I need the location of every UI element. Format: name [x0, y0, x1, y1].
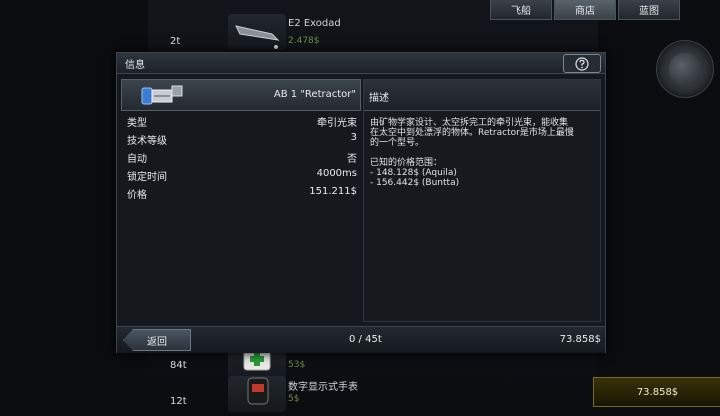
property-label: 类型 — [127, 118, 147, 129]
watch-icon — [247, 377, 269, 405]
item-quantity: 84t — [170, 360, 187, 371]
item-header: AB 1 "Retractor" — [121, 79, 361, 111]
description-title: 描述 — [369, 93, 389, 104]
tractor-beam-icon — [141, 85, 183, 105]
price-range-line: - 148.128$ (Aquila) — [370, 168, 457, 178]
item-thumbnail — [228, 376, 286, 412]
description-text: 由矿物学家设计、太空拆完工的牵引光束，能收集 在太空中到处漂浮的物体。Retra… — [364, 111, 600, 188]
top-tab-bar: 飞船 商店 蓝图 — [488, 0, 680, 20]
cargo-count: 0 / 45t — [349, 334, 382, 345]
property-label: 技术等级 — [127, 136, 167, 147]
item-price: 53$ — [288, 360, 306, 370]
footer-money: 73.858$ — [559, 334, 601, 345]
item-thumbnail — [228, 14, 286, 50]
item-properties-panel: AB 1 "Retractor" 类型 牵引光束 技术等级 3 自动 否 锁定时… — [121, 79, 361, 201]
property-label: 锁定时间 — [127, 172, 167, 183]
property-label: 自动 — [127, 154, 147, 165]
property-value: 4000ms — [316, 168, 357, 179]
property-row-tech-level: 技术等级 3 — [121, 129, 361, 147]
description-line: 在太空中到处漂浮的物体。Retractor是市场上最慢 — [370, 128, 574, 138]
virtual-joystick[interactable] — [656, 40, 714, 98]
tab-ships[interactable]: 飞船 — [490, 0, 552, 20]
property-row-price: 价格 151.211$ — [121, 183, 361, 201]
item-price: 2.478$ — [288, 36, 320, 46]
list-item[interactable]: 12t 数字显示式手表 5$ — [148, 372, 598, 416]
property-row-type: 类型 牵引光束 — [121, 111, 361, 129]
price-range-title: 已知的价格范围： — [370, 158, 443, 168]
item-quantity: 2t — [170, 36, 181, 47]
item-price: 5$ — [288, 394, 300, 404]
item-name-label: AB 1 "Retractor" — [273, 89, 356, 100]
dialog-footer: 返回 0 / 45t 73.858$ — [117, 326, 605, 353]
item-name: E2 Exodad — [288, 18, 341, 29]
property-value: 151.211$ — [309, 186, 357, 197]
item-quantity: 12t — [170, 396, 187, 407]
description-panel: 描述 由矿物学家设计、太空拆完工的牵引光束，能收集 在太空中到处漂浮的物体。Re… — [363, 79, 601, 322]
tab-blueprints[interactable]: 蓝图 — [618, 0, 680, 20]
credits-display: 73.858$ — [593, 377, 720, 407]
property-value: 否 — [347, 154, 357, 165]
dialog-header: 信息 — [117, 53, 605, 74]
description-line: 的一个型号。 — [370, 138, 425, 148]
property-row-auto: 自动 否 — [121, 147, 361, 165]
property-value: 牵引光束 — [317, 118, 357, 129]
info-dialog: 信息 AB 1 "Retractor" 类型 牵引光束 技术等级 3 自动 否 … — [116, 52, 606, 353]
question-icon — [575, 56, 589, 71]
description-line: 由矿物学家设计、太空拆完工的牵引光束，能收集 — [370, 118, 569, 128]
help-button[interactable] — [563, 54, 601, 73]
item-name: 数字显示式手表 — [288, 382, 358, 393]
back-button[interactable]: 返回 — [123, 329, 191, 351]
weapon-icon — [235, 25, 280, 49]
property-row-lock-time: 锁定时间 4000ms — [121, 165, 361, 183]
property-label: 价格 — [127, 190, 147, 201]
dialog-title: 信息 — [125, 60, 145, 71]
description-header: 描述 — [364, 80, 600, 111]
price-range-line: - 156.442$ (Buntta) — [370, 178, 460, 188]
tab-shop[interactable]: 商店 — [554, 0, 616, 20]
property-value: 3 — [350, 132, 357, 143]
